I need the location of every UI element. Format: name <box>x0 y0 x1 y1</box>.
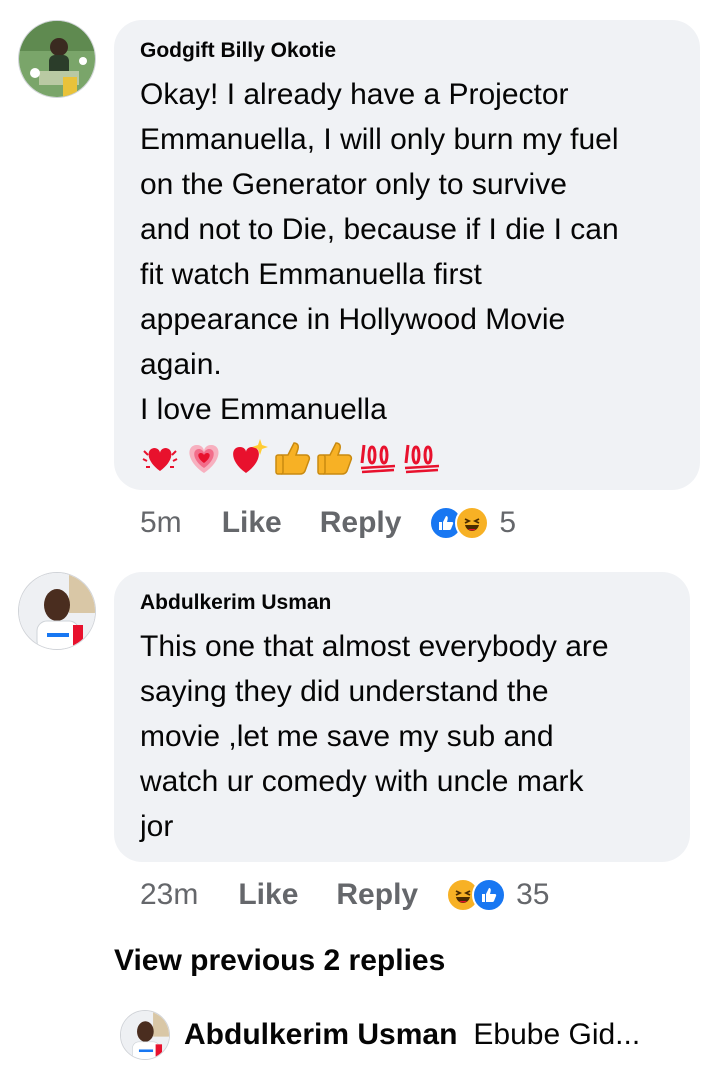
comment-bubble: Abdulkerim Usman This one that almost ev… <box>114 572 690 862</box>
reply-snippet: Ebube Gid... <box>473 1018 641 1051</box>
thumbs-up-icon <box>275 442 311 475</box>
vibrating-heart-icon <box>142 448 178 471</box>
like-button[interactable]: Like <box>222 506 282 540</box>
reply-button[interactable]: Reply <box>320 506 402 540</box>
haha-reaction-icon <box>455 506 490 540</box>
like-reaction-icon <box>472 878 507 912</box>
view-previous-replies-link[interactable]: View previous 2 replies <box>114 944 445 978</box>
hundred-points-icon <box>404 444 440 474</box>
reply-preview[interactable]: Abdulkerim Usman Ebube Gid... <box>120 1010 680 1060</box>
emoji-row <box>140 436 674 478</box>
comment-author[interactable]: Abdulkerim Usman <box>140 590 664 616</box>
comment-actions: 23m Like Reply 35 <box>140 878 549 912</box>
comment-author[interactable]: Godgift Billy Okotie <box>140 38 674 64</box>
avatar[interactable] <box>18 572 96 650</box>
comment-timestamp[interactable]: 23m <box>140 878 198 912</box>
sparkling-heart-icon <box>233 439 268 473</box>
reaction-summary[interactable]: 35 <box>446 878 549 912</box>
growing-heart-icon <box>189 445 219 473</box>
comment-text: Okay! I already have a Projector Emmanue… <box>140 78 619 426</box>
comment-bubble: Godgift Billy Okotie Okay! I already hav… <box>114 20 700 490</box>
avatar[interactable] <box>18 20 96 98</box>
reply-button[interactable]: Reply <box>336 878 418 912</box>
like-button[interactable]: Like <box>238 878 298 912</box>
avatar <box>120 1010 170 1060</box>
thumbs-up-icon <box>317 442 353 475</box>
comment-text: This one that almost everybody are sayin… <box>140 630 609 843</box>
reaction-count: 35 <box>516 878 550 911</box>
comment-timestamp[interactable]: 5m <box>140 506 182 540</box>
reaction-summary[interactable]: 5 <box>429 506 516 540</box>
reply-author: Abdulkerim Usman <box>184 1018 458 1051</box>
hundred-points-icon <box>360 444 396 474</box>
reaction-count: 5 <box>499 506 517 539</box>
comment-actions: 5m Like Reply 5 <box>140 506 516 540</box>
